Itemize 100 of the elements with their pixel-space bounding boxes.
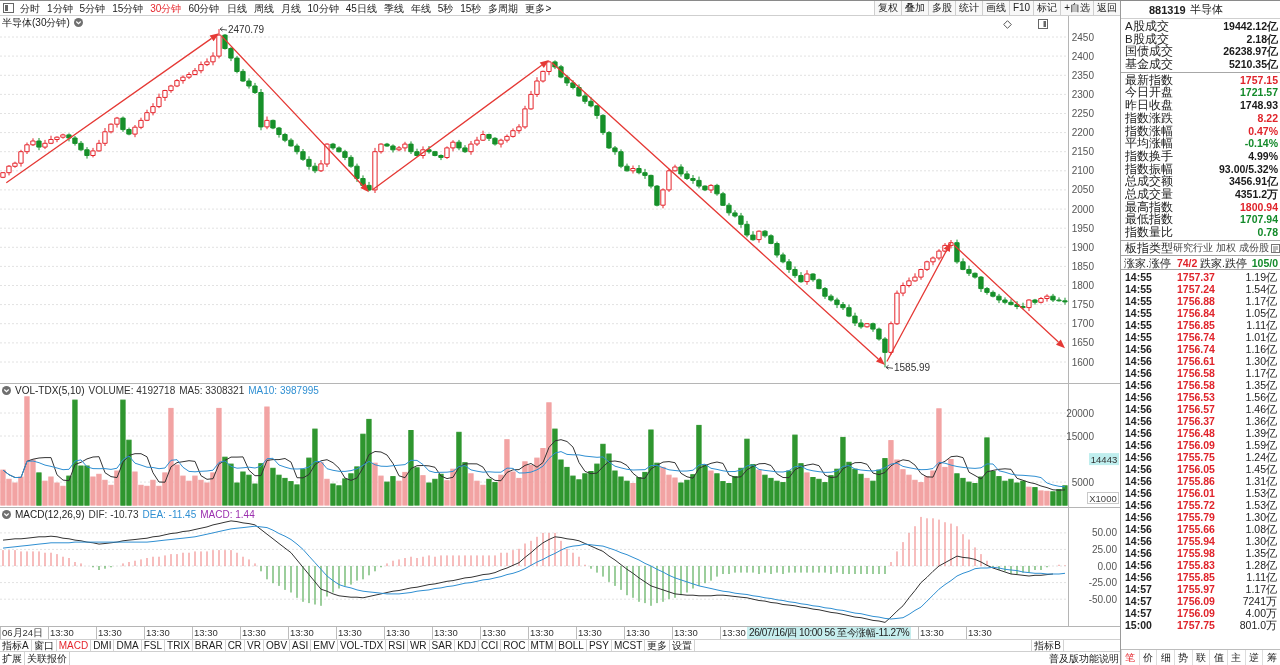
trade-volume: 1.16亿	[1244, 343, 1277, 356]
trade-volume: 1.59亿	[1244, 439, 1277, 452]
stat-label: 指数量比	[1125, 226, 1173, 239]
trade-volume: 801.0万	[1238, 619, 1277, 632]
trade-time: 14:56	[1125, 391, 1153, 404]
time-label: 13:30	[144, 627, 170, 639]
index-name: 半导体	[1189, 2, 1223, 17]
trade-price: 1755.97	[1177, 583, 1216, 596]
indicator-value: DEA: -11.45	[142, 509, 197, 520]
stat-value: 1748.93	[1240, 99, 1278, 112]
trade-price: 1757.37	[1177, 271, 1216, 284]
stat-value: 26238.97亿	[1223, 45, 1278, 59]
stat-label: 指数换手	[1125, 149, 1173, 163]
trade-price: 1757.75	[1177, 619, 1216, 632]
trade-volume: 1.28亿	[1244, 559, 1277, 572]
trade-price: 1755.85	[1177, 571, 1216, 584]
stat-value: 1721.57	[1240, 86, 1278, 100]
trade-price: 1756.88	[1177, 295, 1216, 308]
trade-time: 14:56	[1125, 511, 1153, 524]
time-label: 13:30	[96, 627, 122, 639]
cursor-date-label: 26/07/16/四 10:00 56 至今涨幅-11.27%	[747, 627, 912, 639]
trade-volume: 1.30亿	[1244, 355, 1277, 368]
trade-time: 14:56	[1125, 571, 1153, 584]
trade-price: 1757.24	[1177, 283, 1216, 296]
trade-time: 14:56	[1125, 463, 1153, 476]
stat-label: 平均涨幅	[1125, 137, 1173, 150]
trade-volume: 1.08亿	[1244, 523, 1277, 536]
trade-volume: 1.53亿	[1244, 487, 1277, 500]
trade-volume: 7241万	[1241, 595, 1277, 608]
stat-label: 总成交量	[1125, 187, 1173, 200]
stat-value: 2.18亿	[1246, 32, 1278, 46]
stat-value: 4.99%	[1248, 149, 1278, 163]
axis-label: 15000	[1066, 430, 1094, 442]
stat-label: 涨家.涨停	[1124, 256, 1171, 270]
stat-label: 跌家.跌停	[1200, 256, 1247, 270]
stat-label: 昨日收盘	[1125, 99, 1173, 112]
trade-volume: 1.46亿	[1244, 403, 1277, 416]
trade-volume: 1.35亿	[1244, 379, 1277, 392]
axis-label: 1750	[1071, 299, 1094, 311]
axis-label: 1700	[1071, 318, 1094, 330]
indicator-value: DIF: -10.73	[88, 509, 139, 520]
trade-time: 14:57	[1125, 583, 1153, 596]
axis-label: -25.00	[1088, 577, 1117, 589]
stat-value: 93.00/5.32%	[1219, 162, 1278, 176]
axis-label: 5000	[1071, 476, 1094, 488]
stat-value: 19442.12亿	[1223, 20, 1278, 33]
axis-label: 2100	[1071, 165, 1094, 177]
trade-time: 14:56	[1125, 487, 1153, 500]
trade-time: 14:56	[1125, 427, 1153, 440]
axis-label: 25.00	[1091, 543, 1117, 555]
trade-price: 1756.48	[1177, 427, 1216, 440]
trade-volume: 1.31亿	[1244, 475, 1277, 488]
trade-time: 14:56	[1125, 355, 1153, 368]
stat-value: 105/0	[1250, 256, 1278, 270]
stat-value: 8.22	[1257, 111, 1278, 125]
trade-time: 14:56	[1125, 451, 1153, 464]
trade-time: 14:55	[1125, 283, 1153, 296]
trade-time: 14:56	[1125, 403, 1153, 416]
trade-time: 14:55	[1125, 271, 1153, 284]
time-label: 13:30	[48, 627, 74, 639]
time-label: 13:30	[624, 627, 650, 639]
stat-label: 基金成交	[1125, 58, 1173, 71]
stat-value: 1707.94	[1240, 213, 1278, 226]
trade-volume: 1.17亿	[1244, 295, 1277, 308]
stat-label: 最高指数	[1125, 200, 1173, 214]
cursor-value: 14443	[1089, 453, 1119, 466]
trade-volume: 1.45亿	[1244, 463, 1277, 476]
time-label: 06月24日	[0, 627, 44, 639]
stat-label: B股成交	[1125, 32, 1169, 46]
stat-value: 4351.2万	[1234, 187, 1278, 201]
trade-price: 1756.85	[1177, 319, 1216, 332]
index-code: 881319	[1149, 3, 1186, 16]
stat-label: 指数振幅	[1125, 162, 1173, 176]
trade-time: 14:56	[1125, 379, 1153, 392]
axis-label: 2050	[1071, 184, 1094, 196]
trade-time: 14:56	[1125, 547, 1153, 560]
axis-label: 2400	[1071, 50, 1094, 62]
trade-time: 14:55	[1125, 319, 1153, 332]
stat-label: 板指类型	[1125, 241, 1173, 255]
trade-time: 14:57	[1125, 595, 1153, 608]
axis-label: 2350	[1071, 69, 1094, 81]
trade-volume: 1.36亿	[1244, 415, 1277, 428]
trade-price: 1755.98	[1177, 547, 1216, 560]
trade-time: 14:56	[1125, 415, 1153, 428]
axis-label: 2300	[1071, 88, 1094, 100]
axis-label: 1850	[1071, 260, 1094, 272]
stat-value: 74/2	[1175, 256, 1198, 270]
trade-price: 1756.57	[1177, 403, 1216, 416]
trade-volume: 1.35亿	[1244, 547, 1277, 560]
trade-price: 1755.79	[1177, 511, 1216, 524]
time-label: 13:30	[336, 627, 362, 639]
axis-label: -50.00	[1088, 593, 1117, 605]
stat-label: 最低指数	[1125, 213, 1173, 226]
trade-volume: 1.11亿	[1245, 571, 1277, 584]
trade-volume: 1.24亿	[1244, 451, 1277, 464]
stat-label: 最新指数	[1125, 73, 1173, 87]
stat-label: 今日开盘	[1125, 86, 1173, 100]
time-label: 13:30	[672, 627, 698, 639]
axis-label: 50.00	[1091, 527, 1117, 539]
price-label: 2470.79	[228, 23, 265, 35]
